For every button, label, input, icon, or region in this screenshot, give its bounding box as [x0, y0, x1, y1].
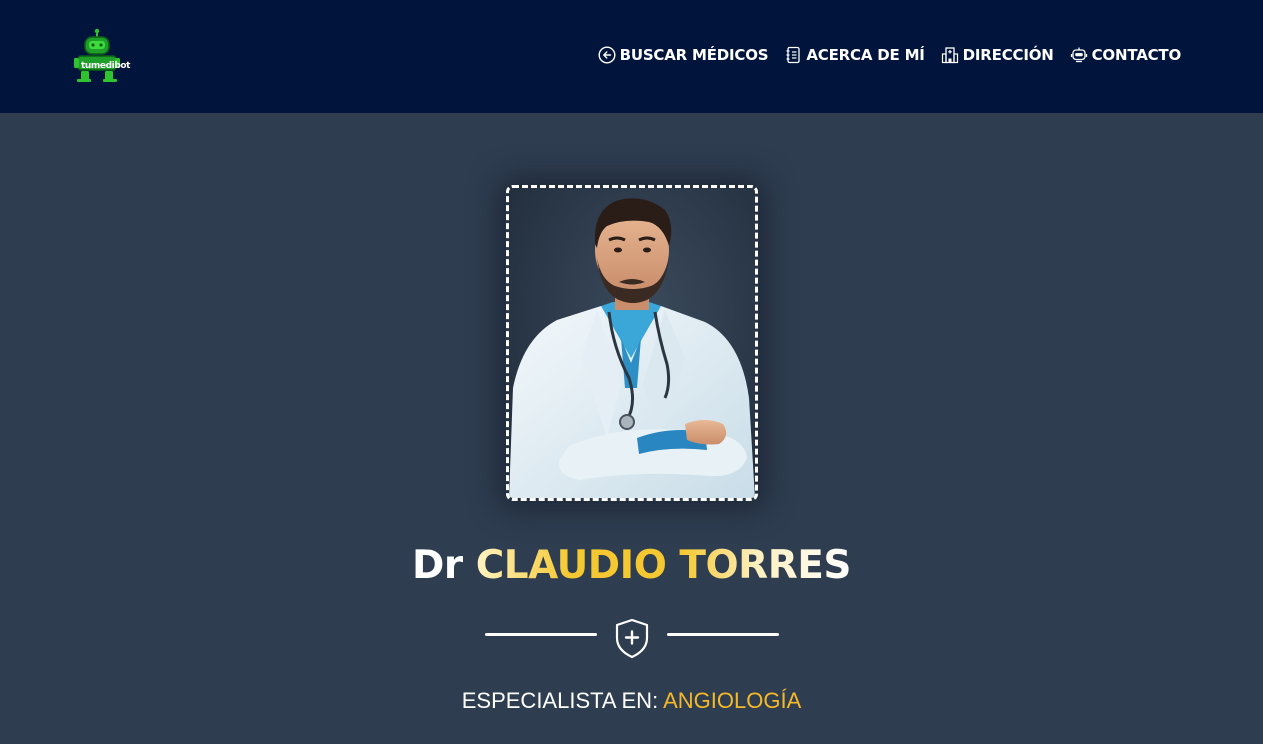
divider-line-right: [667, 633, 779, 636]
doctor-name-heading: Dr CLAUDIO TORRES: [0, 543, 1263, 588]
contact-book-icon: [786, 46, 801, 64]
nav-acerca-de-mi[interactable]: ACERCA DE MÍ: [784, 46, 925, 64]
doctor-photo-frame: [506, 185, 758, 501]
nav-label: DIRECCIÓN: [962, 46, 1054, 64]
nav-contacto[interactable]: CONTACTO: [1070, 46, 1181, 64]
doctor-name: CLAUDIO TORRES: [475, 543, 852, 588]
nav-direccion[interactable]: DIRECCIÓN: [941, 46, 1054, 64]
logo-text: tumedibot: [81, 61, 131, 71]
robot-icon: [1070, 47, 1087, 63]
divider-line-left: [485, 633, 597, 636]
nav-label: ACERCA DE MÍ: [806, 46, 925, 64]
nav-label: BUSCAR MÉDICOS: [619, 46, 769, 64]
arrow-left-circle-icon: [598, 46, 616, 64]
main-nav: BUSCAR MÉDICOS ACERCA DE MÍ DIRECCIÓN CO…: [598, 44, 1181, 66]
building-icon: [941, 47, 958, 64]
section-divider: [485, 616, 779, 660]
doctor-title-prefix: Dr: [412, 543, 463, 588]
medical-shield-icon: [615, 618, 649, 659]
specialty-line: ESPECIALISTA EN: ANGIOLOGÍA: [0, 688, 1263, 714]
tumedibot-logo[interactable]: tumedibot: [72, 28, 131, 84]
robot-logo-icon: [74, 28, 120, 82]
nav-buscar-medicos[interactable]: BUSCAR MÉDICOS: [598, 46, 769, 64]
doctor-portrait: [509, 198, 755, 498]
nav-label: CONTACTO: [1091, 46, 1182, 64]
specialty-label: ESPECIALISTA EN:: [461, 688, 659, 713]
top-navbar: tumedibot BUSCAR MÉDICOS ACERCA DE MÍ DI…: [0, 0, 1263, 113]
specialty-value: ANGIOLOGÍA: [663, 688, 802, 713]
